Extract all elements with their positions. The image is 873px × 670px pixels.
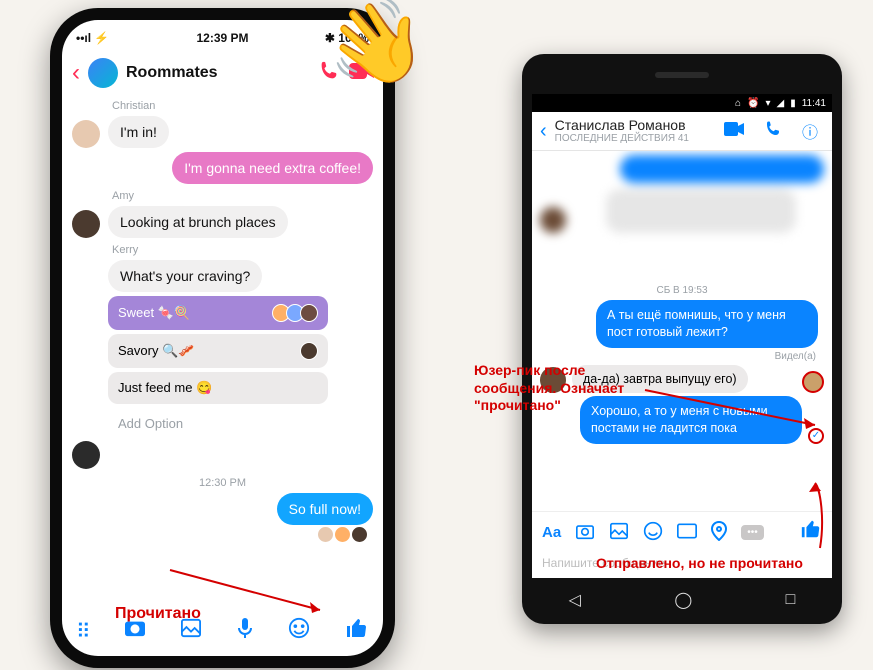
chat-body[interactable]: Christian I'm in! I'm gonna need extra c… [62, 94, 383, 608]
gif-icon[interactable] [677, 523, 697, 542]
chat-title[interactable]: Roommates [126, 64, 309, 82]
seen-avatar [318, 527, 333, 542]
info-icon[interactable]: ⓘ [796, 119, 824, 143]
seen-avatars [72, 527, 373, 542]
chat-header: ‹ Станислав Романов ПОСЛЕДНИЕ ДЕЙСТВИЯ 4… [532, 112, 832, 151]
poll-add-option[interactable]: Add Option [108, 408, 328, 439]
poll-option-feedme[interactable]: Just feed me 😋 [108, 372, 328, 404]
sender-label: Amy [112, 190, 373, 202]
outgoing-bubble[interactable]: I'm gonna need extra coffee! [172, 152, 373, 184]
outgoing-bubble[interactable]: So full now! [277, 493, 373, 525]
avatar-kerry[interactable] [72, 441, 100, 469]
seen-avatar [352, 527, 367, 542]
poll-option-savory[interactable]: Savory 🔍🥓 [108, 334, 328, 368]
poll-option-label: Just feed me 😋 [118, 380, 212, 396]
annotation-userpic: Юзер-пик после сообщения. Означает "проч… [474, 362, 654, 415]
back-icon[interactable]: ‹ [540, 120, 547, 143]
seen-label: Видел(а) [540, 351, 824, 362]
video-call-icon[interactable] [718, 122, 750, 141]
signal-icon: ◢ [776, 98, 784, 109]
voter-avatar [300, 304, 318, 322]
header-text[interactable]: Станислав Романов ПОСЛЕДНИЕ ДЕЙСТВИЯ 41 [555, 118, 710, 144]
annotation-arrow [165, 555, 335, 625]
message-row [72, 441, 373, 469]
emoji-icon[interactable] [643, 521, 663, 544]
contact-name: Станислав Романов [555, 118, 710, 133]
android-navbar: ◁ ◯ □ [522, 580, 842, 620]
like-icon[interactable] [345, 616, 369, 646]
wave-hand-emoji: 👋 [317, 0, 434, 100]
more-icon[interactable]: ••• [741, 525, 764, 540]
chat-body[interactable]: СБ В 19:53 А ты ещё помнишь, что у меня … [532, 151, 832, 511]
back-icon[interactable]: ‹ [72, 59, 80, 87]
poll-option-label: Savory 🔍🥓 [118, 343, 194, 359]
annotation-arrow [640, 380, 830, 430]
speaker-grille [655, 72, 709, 78]
timestamp: 12:30 PM [72, 477, 373, 489]
nav-home-icon[interactable]: ◯ [674, 590, 692, 610]
battery-icon: ▮ [790, 98, 796, 109]
camera-icon[interactable] [575, 522, 595, 543]
sent-receipt-icon: ✓ [808, 428, 824, 444]
nav-recents-icon[interactable]: □ [786, 591, 796, 609]
message-row: So full now! [72, 493, 373, 525]
avatar-christian[interactable] [72, 120, 100, 148]
outgoing-bubble[interactable]: А ты ещё помнишь, что у меня пост готовы… [596, 300, 818, 348]
incoming-bubble[interactable]: I'm in! [108, 116, 169, 148]
call-icon[interactable] [758, 120, 788, 143]
message-row: Looking at brunch places [72, 206, 373, 238]
chat-avatar[interactable] [88, 58, 118, 88]
poll-card: Sweet 🍬🍭 Savory 🔍🥓 Just feed me 😋 Add Op… [108, 296, 328, 439]
alarm-icon: ⏰ [747, 98, 759, 109]
blurred-history [540, 155, 824, 275]
nav-back-icon[interactable]: ◁ [569, 590, 581, 610]
timestamp: СБ В 19:53 [540, 285, 824, 296]
bluetooth-icon: ⌂ [735, 98, 741, 109]
avatar-amy[interactable] [72, 210, 100, 238]
poll-option-label: Sweet 🍬🍭 [118, 305, 190, 321]
poll-question[interactable]: What's your craving? [108, 260, 262, 292]
text-format-icon[interactable]: Aa [542, 524, 561, 541]
android-status-bar: ⌂ ⏰ ▾ ◢ ▮ 11:41 [532, 94, 832, 112]
poll-voters [276, 304, 318, 322]
gallery-icon[interactable] [609, 522, 629, 543]
incoming-bubble[interactable]: Looking at brunch places [108, 206, 288, 238]
poll-option-sweet[interactable]: Sweet 🍬🍭 [108, 296, 328, 330]
apps-icon[interactable]: ⠿ [76, 619, 89, 644]
message-row: I'm gonna need extra coffee! [72, 152, 373, 184]
annotation-arrow [780, 478, 830, 558]
sender-label: Kerry [112, 244, 373, 256]
last-seen-label: ПОСЛЕДНИЕ ДЕЙСТВИЯ 41 [555, 133, 710, 144]
sender-label: Christian [112, 100, 373, 112]
annotation-sent: Отправлено, но не прочитано [596, 555, 803, 571]
location-icon[interactable] [711, 521, 727, 544]
seen-avatar [335, 527, 350, 542]
message-row: What's your craving? [72, 260, 373, 292]
message-row: I'm in! [72, 116, 373, 148]
wifi-icon: ▾ [765, 98, 770, 109]
voter-avatar [300, 342, 318, 360]
status-time: 11:41 [802, 98, 826, 109]
